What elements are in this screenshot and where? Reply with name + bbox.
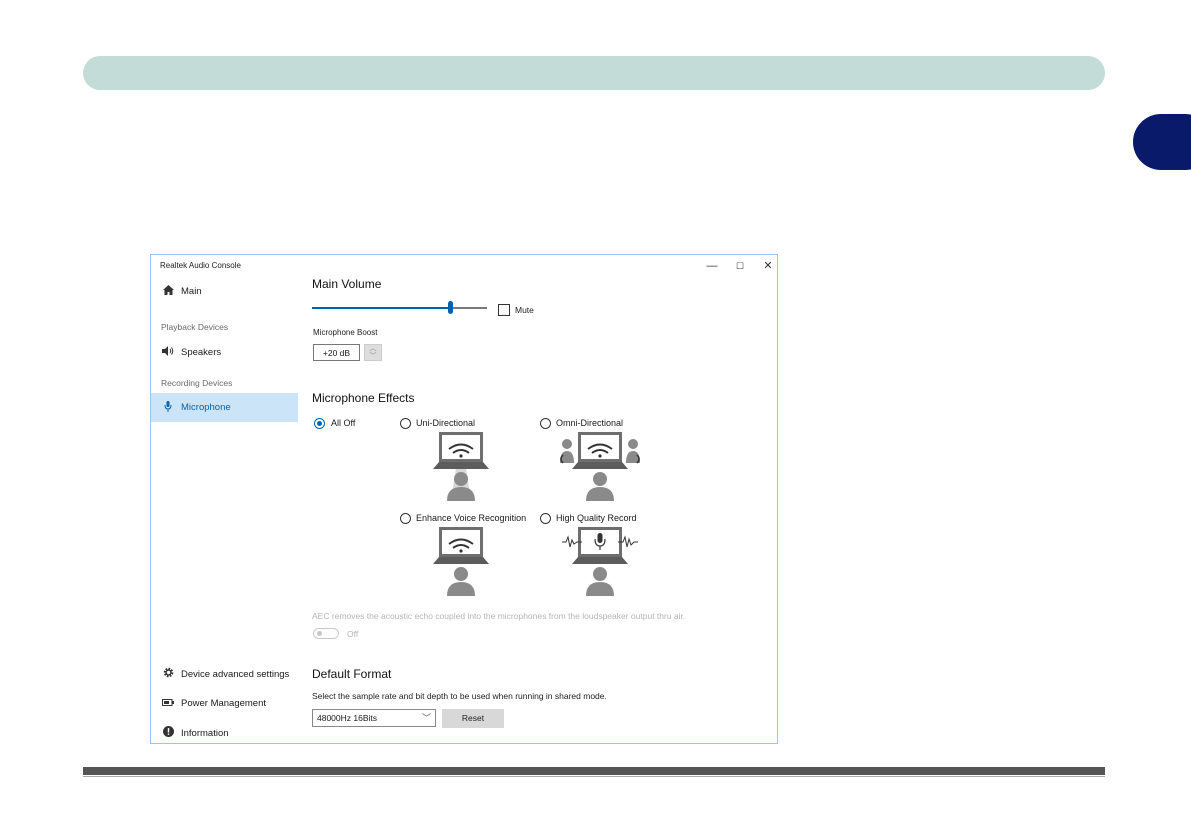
sample-rate-dropdown[interactable]: 48000Hz 16Bits ﹀ [312,709,436,727]
gear-icon [161,667,175,681]
info-icon [161,726,175,740]
uni-directional-illustration [433,432,489,501]
slider-thumb[interactable] [448,301,454,314]
footer-rule [83,767,1105,777]
playback-devices-heading: Playback Devices [161,322,229,332]
realtek-audio-console-window: Realtek Audio Console — ☐ ✕ Main Playbac… [150,254,778,744]
battery-icon [161,697,175,709]
sidebar-item-main[interactable]: Main [151,278,298,304]
sample-rate-value: 48000Hz 16Bits [317,713,378,723]
uni-directional-radio[interactable] [400,418,411,429]
sidebar-item-label: Main [181,285,202,297]
high-quality-record-radio[interactable] [540,513,551,524]
aec-description: AEC removes the acoustic echo coupled in… [312,611,686,621]
slider-fill [312,307,451,309]
sidebar: Main Playback Devices Speakers Recording… [151,277,298,743]
maximize-button[interactable]: ☐ [729,258,751,274]
speaker-icon [161,345,175,359]
sidebar-item-device-advanced-settings[interactable]: Device advanced settings [151,661,298,687]
omni-directional-radio[interactable] [540,418,551,429]
sidebar-item-microphone[interactable]: Microphone [151,393,298,422]
mute-label: Mute [515,305,534,315]
aec-state-label: Off [347,629,359,639]
sidebar-item-label: Power Management [181,697,267,709]
enhance-voice-illustration [433,527,489,596]
sidebar-item-label: Device advanced settings [181,668,290,680]
sidebar-item-information[interactable]: Information [151,720,298,746]
high-quality-record-illustration [562,527,638,596]
close-button[interactable]: ✕ [757,258,779,274]
microphone-boost-label: Microphone Boost [313,328,378,337]
sidebar-item-label: Microphone [181,402,231,413]
sidebar-item-label: Information [181,727,229,739]
all-off-label: All Off [331,418,356,428]
default-format-description: Select the sample rate and bit depth to … [312,691,607,701]
microphone-boost-value[interactable]: +20 dB [313,344,360,361]
chevron-up-icon[interactable]: ︿ [365,345,381,353]
home-icon [161,284,175,298]
window-title: Realtek Audio Console [160,261,241,270]
high-quality-record-label: High Quality Record [556,513,637,523]
omni-directional-label: Omni-Directional [556,418,624,428]
mute-checkbox[interactable] [498,304,510,316]
enhance-voice-recognition-radio[interactable] [400,513,411,524]
microphone-icon [161,400,175,415]
minimize-button[interactable]: — [701,258,723,274]
reset-button[interactable]: Reset [442,709,504,728]
default-format-heading: Default Format [312,667,392,681]
boost-spinner[interactable]: ︿ ﹀ [364,344,382,361]
chevron-down-icon[interactable]: ﹀ [365,353,381,361]
chapter-tab [1133,114,1191,170]
sidebar-item-speakers[interactable]: Speakers [151,339,298,365]
main-volume-slider[interactable] [312,301,487,315]
microphone-effects-heading: Microphone Effects [312,391,415,405]
chevron-down-icon: ﹀ [421,713,431,723]
sidebar-item-label: Speakers [181,346,222,358]
page-header-bar [83,56,1105,90]
main-volume-heading: Main Volume [312,277,382,291]
recording-devices-heading: Recording Devices [161,378,233,388]
titlebar: Realtek Audio Console — ☐ ✕ [151,255,777,277]
enhance-voice-recognition-label: Enhance Voice Recognition [416,513,527,523]
sidebar-item-power-management[interactable]: Power Management [151,690,298,716]
omni-directional-illustration [560,432,640,501]
main-content: Main Volume Mute Microphone Boost +20 dB… [312,277,777,743]
uni-directional-label: Uni-Directional [416,418,476,428]
aec-toggle[interactable] [313,628,339,639]
all-off-radio[interactable] [314,418,325,429]
